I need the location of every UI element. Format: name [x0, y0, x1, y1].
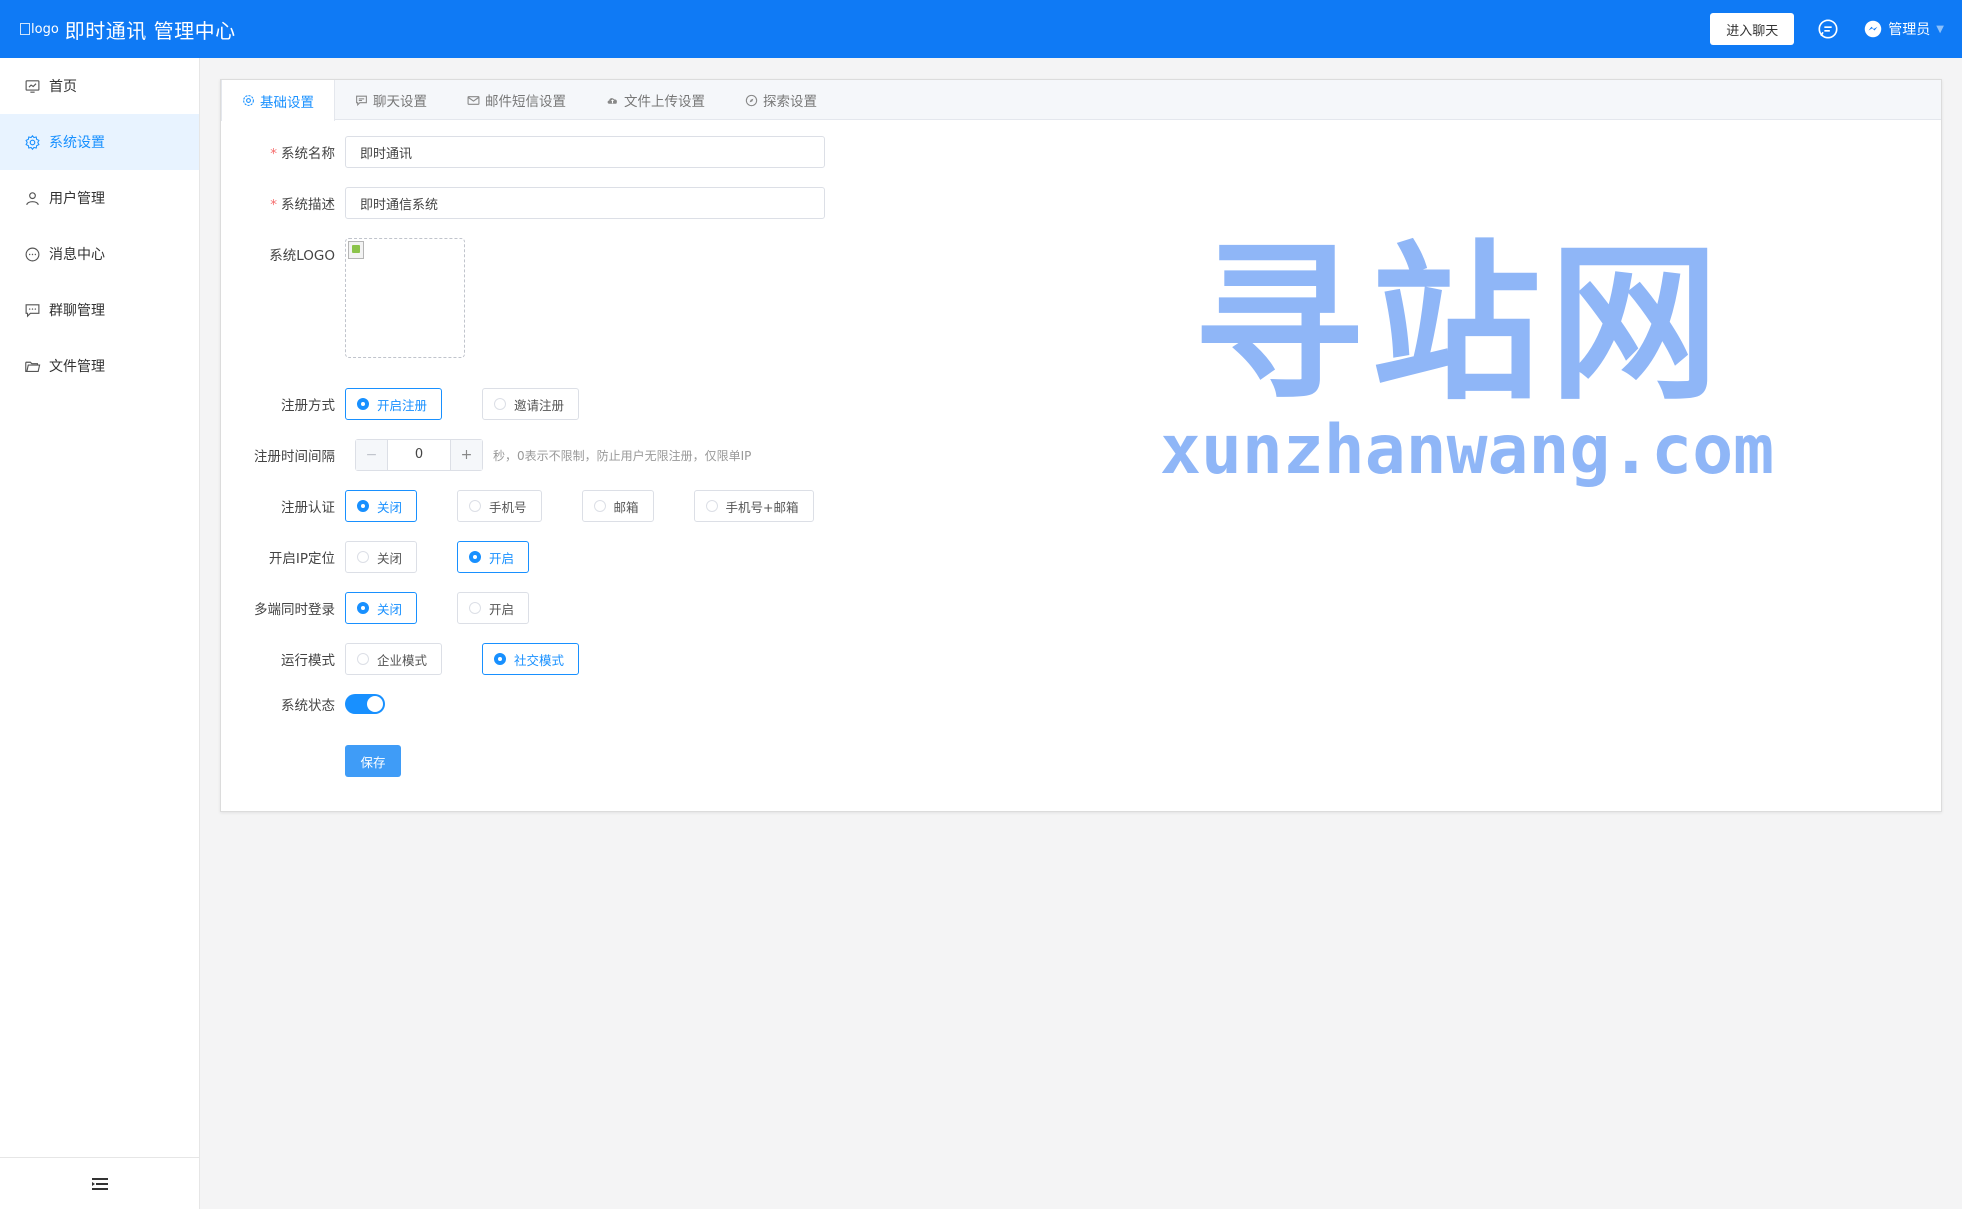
- system-status-toggle[interactable]: [345, 694, 385, 714]
- broken-image-icon: [348, 241, 364, 259]
- radio-enterprise-mode[interactable]: 企业模式: [345, 643, 443, 675]
- cloud-upload-icon: [607, 97, 617, 104]
- sidebar-item-message-center[interactable]: 消息中心: [0, 226, 199, 282]
- run-mode-row: 运行模式 企业模式 社交模式: [221, 643, 619, 675]
- tab-label: 文件上传设置: [624, 94, 705, 110]
- register-mode-row: 注册方式 开启注册 邀请注册: [221, 388, 619, 420]
- brand: logo 即时通讯 管理中心: [20, 15, 236, 44]
- radio-multi-login-off[interactable]: 关闭: [345, 592, 418, 624]
- tab-explore-settings[interactable]: 探索设置: [725, 80, 837, 120]
- increment-button[interactable]: +: [450, 440, 482, 470]
- tab-label: 聊天设置: [373, 94, 427, 110]
- radio-ip-on[interactable]: 开启: [457, 541, 530, 573]
- tab-label: 探索设置: [763, 94, 817, 110]
- chevron-down-icon: ▼: [1936, 23, 1944, 35]
- system-logo-row: 系统LOGO: [221, 238, 465, 358]
- system-logo-label: 系统LOGO: [269, 248, 335, 264]
- register-auth-row: 注册认证 关闭 手机号 邮箱 手机号+邮箱: [221, 490, 854, 522]
- chat-icon: [356, 95, 367, 106]
- mail-icon: [467, 95, 480, 105]
- system-name-label: * 系统名称: [270, 146, 335, 162]
- watermark-en: xunzhanwang.com: [1160, 411, 1775, 490]
- admin-name: 管理员: [1888, 22, 1931, 38]
- system-status-label: 系统状态: [281, 698, 335, 714]
- multi-login-row: 多端同时登录 关闭 开启: [221, 592, 569, 624]
- enter-chat-button[interactable]: 进入聊天: [1710, 13, 1795, 45]
- menu-collapse-icon: [91, 1177, 108, 1190]
- sidebar-item-user-management[interactable]: 用户管理: [0, 170, 199, 226]
- compass-icon: [745, 94, 758, 106]
- save-row: 保存: [221, 745, 401, 777]
- radio-auth-phone[interactable]: 手机号: [457, 490, 542, 522]
- radio-invite-register[interactable]: 邀请注册: [482, 388, 580, 420]
- collapse-sidebar-button[interactable]: [0, 1157, 199, 1209]
- sidebar-item-label: 群聊管理: [49, 303, 105, 319]
- sidebar-item-label: 文件管理: [49, 359, 105, 375]
- tab-file-upload-settings[interactable]: 文件上传设置: [586, 80, 725, 120]
- save-button[interactable]: 保存: [345, 745, 401, 777]
- dashboard-icon: [25, 79, 40, 93]
- radio-auth-phone-email[interactable]: 手机号+邮箱: [693, 490, 814, 522]
- multi-login-label: 多端同时登录: [254, 602, 335, 618]
- sidebar-item-file-management[interactable]: 文件管理: [0, 338, 199, 394]
- radio-open-register[interactable]: 开启注册: [345, 388, 443, 420]
- register-interval-stepper: − 0 +: [355, 439, 483, 471]
- system-desc-row: * 系统描述: [221, 187, 825, 219]
- decrement-button[interactable]: −: [356, 440, 388, 470]
- gear-icon: [243, 95, 254, 106]
- register-interval-row: 注册时间间隔 − 0 + 秒，0表示不限制，防止用户无限注册，仅限单IP: [221, 439, 751, 471]
- app-title: 即时通讯 管理中心: [64, 18, 236, 43]
- tab-label: 邮件短信设置: [485, 94, 566, 110]
- register-interval-label: 注册时间间隔: [254, 449, 335, 465]
- sidebar-item-label: 用户管理: [49, 191, 105, 207]
- logo-alt-text: logo: [31, 21, 59, 37]
- register-interval-value[interactable]: 0: [388, 440, 450, 470]
- register-auth-label: 注册认证: [281, 500, 335, 516]
- tab-email-sms-settings[interactable]: 邮件短信设置: [447, 80, 586, 120]
- tab-chat-settings[interactable]: 聊天设置: [335, 80, 447, 120]
- sidebar-item-label: 消息中心: [49, 247, 105, 263]
- sidebar: 首页 系统设置 用户管理 消息中心 群聊管理 文件管理: [0, 58, 200, 1209]
- system-status-row: 系统状态: [221, 694, 385, 714]
- radio-ip-off[interactable]: 关闭: [345, 541, 418, 573]
- group-chat-icon: [25, 303, 40, 318]
- sidebar-item-system-settings[interactable]: 系统设置: [0, 114, 199, 170]
- register-interval-hint: 秒，0表示不限制，防止用户无限注册，仅限单IP: [493, 448, 752, 463]
- logo: logo: [20, 22, 59, 37]
- chat-bubble-icon[interactable]: [1816, 17, 1840, 41]
- messenger-icon: [1865, 20, 1882, 38]
- system-desc-label: * 系统描述: [270, 197, 335, 213]
- radio-multi-login-on[interactable]: 开启: [457, 592, 530, 624]
- user-icon: [26, 191, 39, 205]
- sidebar-item-label: 首页: [49, 79, 77, 95]
- sidebar-item-group-chat[interactable]: 群聊管理: [0, 282, 199, 338]
- gear-icon: [25, 134, 40, 150]
- register-mode-label: 注册方式: [281, 398, 335, 414]
- radio-auth-email[interactable]: 邮箱: [581, 490, 654, 522]
- sidebar-item-home[interactable]: 首页: [0, 58, 199, 114]
- ip-location-row: 开启IP定位 关闭 开启: [221, 541, 569, 573]
- tab-label: 基础设置: [260, 94, 314, 111]
- folder-icon: [25, 361, 41, 372]
- sidebar-item-label: 系统设置: [49, 135, 105, 151]
- top-header: logo 即时通讯 管理中心 进入聊天 管理员 ▼: [0, 0, 1962, 58]
- watermark-cn: 寻站网: [1192, 226, 1727, 424]
- admin-menu[interactable]: 管理员 ▼: [1864, 19, 1944, 39]
- logo-upload[interactable]: [345, 238, 465, 358]
- settings-tabs: 基础设置 聊天设置 邮件短信设置 文件上传设置 探索设置: [221, 80, 1941, 121]
- run-mode-label: 运行模式: [281, 653, 335, 669]
- ip-location-label: 开启IP定位: [268, 551, 335, 567]
- radio-social-mode[interactable]: 社交模式: [482, 643, 580, 675]
- message-icon: [25, 247, 40, 261]
- system-desc-input[interactable]: [345, 187, 825, 219]
- watermark: 寻站网 xunzhanwang.com: [1160, 226, 1775, 490]
- system-name-input[interactable]: [345, 136, 825, 168]
- radio-auth-off[interactable]: 关闭: [345, 490, 418, 522]
- system-name-row: * 系统名称: [221, 136, 825, 168]
- tab-basic-settings[interactable]: 基础设置: [221, 80, 335, 121]
